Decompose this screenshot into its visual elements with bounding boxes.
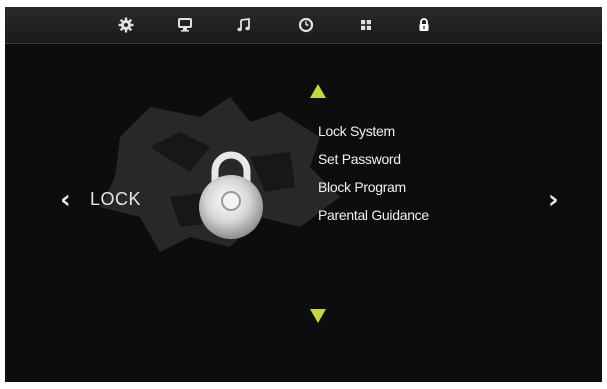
menu-item-lock-system[interactable]: Lock System [318, 120, 478, 148]
monitor-icon [176, 16, 194, 34]
lock-menu: Lock System Set Password Block Program P… [318, 120, 478, 232]
grid-icon [357, 16, 375, 34]
scroll-down-arrow-icon[interactable] [309, 308, 327, 324]
menu-item-set-password[interactable]: Set Password [318, 148, 478, 176]
lock-icon [415, 16, 433, 34]
clock-icon [297, 16, 315, 34]
menu-item-parental-guidance[interactable]: Parental Guidance [318, 204, 478, 232]
tab-lock[interactable] [415, 16, 433, 34]
scroll-up-arrow-icon[interactable] [309, 83, 327, 99]
next-section-arrow[interactable]: › [548, 187, 559, 213]
tab-sound[interactable] [235, 16, 253, 34]
tab-setup[interactable] [117, 16, 135, 34]
tab-time[interactable] [297, 16, 315, 34]
section-title: LOCK [90, 189, 142, 209]
osd-screen: ‹ › LOCK Lock System Set Password Block … [5, 7, 602, 382]
menu-item-block-program[interactable]: Block Program [318, 176, 478, 204]
top-tab-bar [5, 7, 602, 44]
padlock-illustration-icon [199, 151, 263, 239]
music-note-icon [235, 16, 253, 34]
tab-options[interactable] [357, 16, 375, 34]
gear-icon [117, 16, 135, 34]
previous-section-arrow[interactable]: ‹ [60, 187, 71, 213]
tab-picture[interactable] [176, 16, 194, 34]
